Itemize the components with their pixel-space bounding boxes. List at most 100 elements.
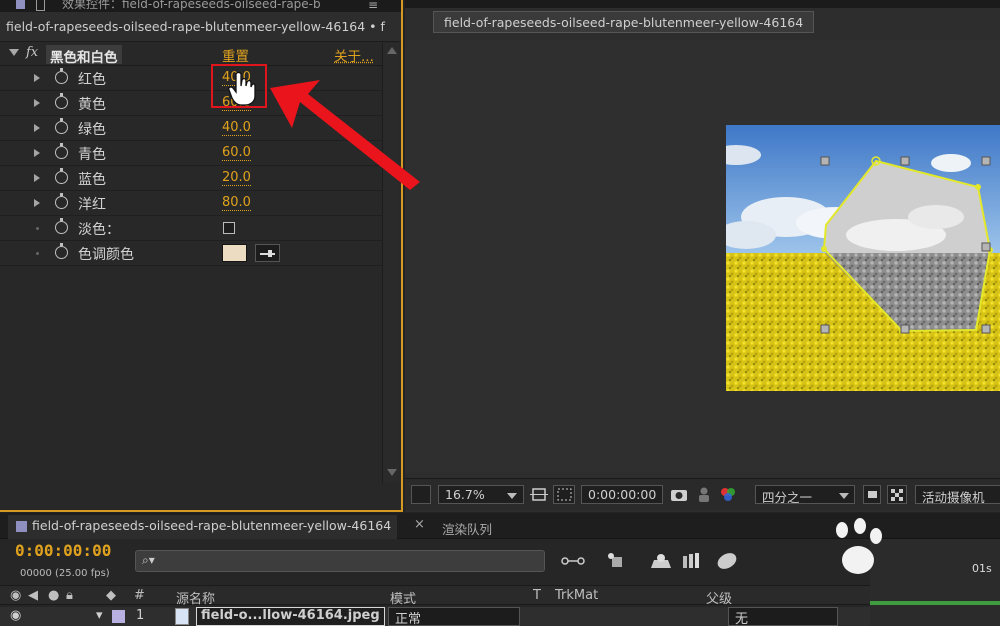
audio-icon[interactable]: ◀ — [28, 588, 38, 603]
property-label: 蓝色 — [78, 172, 106, 188]
draft-3d-icon[interactable] — [560, 550, 586, 572]
time-ruler-label: 01s — [972, 562, 992, 575]
stopwatch-icon[interactable] — [55, 193, 68, 209]
column-mode[interactable]: 模式 — [390, 588, 416, 607]
chevron-down-icon[interactable] — [839, 493, 849, 499]
paw-watermark-icon — [836, 518, 882, 574]
bullet-icon — [36, 252, 39, 255]
expand-triangle-icon[interactable] — [34, 74, 40, 82]
camera-value: 活动摄像机 — [922, 490, 985, 505]
solo-icon[interactable]: ● — [48, 588, 59, 603]
column-number: # — [134, 588, 145, 603]
resolution-value: 四分之一 — [762, 490, 813, 505]
graph-editor-icon[interactable] — [714, 550, 740, 572]
expand-triangle-icon[interactable] — [34, 174, 40, 182]
region-icon[interactable] — [411, 485, 431, 504]
about-button[interactable]: 关于... — [334, 45, 374, 65]
search-icon: ⌕▾ — [142, 553, 155, 567]
eyedropper-icon[interactable] — [255, 244, 280, 262]
scroll-down-icon[interactable] — [387, 469, 397, 476]
camera-snapshot-icon[interactable] — [669, 485, 689, 504]
close-icon[interactable]: × — [414, 517, 425, 532]
visibility-eye-icon[interactable]: ◉ — [10, 608, 21, 623]
transparency-grid-icon[interactable] — [553, 485, 575, 504]
viewer-tab-bar — [405, 0, 1000, 8]
property-label: 青色 — [78, 147, 106, 163]
stopwatch-icon[interactable] — [55, 143, 68, 159]
stopwatch-icon[interactable] — [55, 93, 68, 109]
property-label: 淡色： — [78, 222, 120, 238]
timeline-search-input[interactable]: ⌕▾ — [135, 550, 545, 572]
render-queue-tab[interactable]: 渲染队列 — [442, 519, 492, 538]
scroll-up-icon[interactable] — [387, 47, 397, 54]
stopwatch-icon[interactable] — [55, 68, 68, 84]
property-row-magenta[interactable]: 洋红 80.0 — [0, 191, 382, 216]
lock-icon[interactable] — [36, 0, 45, 11]
tint-checkbox[interactable] — [223, 222, 235, 234]
expand-triangle-icon[interactable] — [34, 149, 40, 157]
image-file-icon — [175, 608, 189, 625]
effect-controls-tab-title[interactable]: 效果控件：field-of-rapeseeds-oilseed-rape-b — [62, 0, 321, 12]
property-row-tint[interactable]: 淡色： — [0, 216, 382, 241]
column-source-name[interactable]: 源名称 — [176, 588, 215, 607]
composition-name-tab[interactable]: field-of-rapeseeds-oilseed-rape-blutenme… — [433, 11, 815, 33]
lock-column-icon[interactable]: 🔒︎ — [66, 588, 73, 603]
column-trkmat[interactable]: TrkMat — [555, 588, 598, 603]
effect-name[interactable]: 黑色和白色 — [46, 45, 122, 66]
bullet-icon — [36, 227, 39, 230]
expand-triangle-icon[interactable] — [34, 199, 40, 207]
menu-icon[interactable]: ≡ — [368, 0, 378, 12]
property-value-blue[interactable]: 20.0 — [222, 171, 251, 186]
show-snapshot-icon[interactable] — [695, 485, 713, 504]
stopwatch-icon[interactable] — [55, 243, 68, 259]
camera-dropdown[interactable]: 活动摄像机 — [915, 485, 1000, 505]
tint-color-swatch[interactable] — [222, 244, 247, 262]
current-time-field[interactable]: 0:00:00:00 — [581, 485, 663, 504]
property-label: 绿色 — [78, 122, 106, 138]
stopwatch-icon[interactable] — [55, 168, 68, 184]
stopwatch-icon[interactable] — [55, 218, 68, 234]
composition-canvas[interactable] — [405, 40, 1000, 472]
checkerboard-icon[interactable] — [887, 485, 907, 504]
fx-toggle-icon[interactable]: fx — [26, 45, 38, 60]
expand-layer-icon[interactable]: ▾ — [96, 608, 103, 623]
chevron-down-icon[interactable] — [507, 493, 517, 499]
parent-dropdown[interactable]: 无 — [728, 607, 838, 626]
stopwatch-icon[interactable] — [55, 118, 68, 134]
property-label: 红色 — [78, 72, 106, 88]
property-value-magenta[interactable]: 80.0 — [222, 196, 251, 211]
current-time-value: 0:00:00:00 — [588, 487, 657, 502]
hand-cursor-icon — [228, 72, 256, 106]
expand-triangle-icon[interactable] — [34, 124, 40, 132]
timeline-comp-tab[interactable]: field-of-rapeseeds-oilseed-rape-blutenme… — [8, 515, 398, 539]
property-value-green[interactable]: 40.0 — [222, 121, 251, 136]
blend-mode-dropdown[interactable]: 正常 — [388, 607, 520, 626]
column-parent[interactable]: 父级 — [706, 588, 732, 607]
fit-icon[interactable] — [529, 485, 549, 504]
eye-icon[interactable]: ◉ — [10, 588, 21, 603]
label-color-swatch[interactable] — [112, 610, 125, 623]
timeline-layer-row[interactable]: ◉ ▾ 1 field-o...llow-46164.jpeg 正常 无 — [0, 607, 870, 626]
effect-controls-tab-bar: 效果控件：field-of-rapeseeds-oilseed-rape-b ≡ — [0, 0, 401, 12]
channels-icon[interactable] — [717, 485, 739, 504]
collapse-triangle-icon[interactable] — [9, 49, 19, 56]
timeline-current-time[interactable]: 0:00:00:00 — [15, 541, 111, 560]
motion-blur-icon[interactable] — [680, 550, 706, 572]
effect-header-row[interactable]: fx 黑色和白色 重置 关于... — [0, 43, 382, 66]
timeline-fps: 00000 (25.00 fps) — [20, 568, 110, 579]
effect-controls-panel: 效果控件：field-of-rapeseeds-oilseed-rape-b ≡… — [0, 0, 403, 512]
shy-layers-icon[interactable] — [603, 550, 629, 572]
viewer-toolbar: 16.7% 0:00:00:00 四分之一 活动摄像机 — [405, 478, 1000, 510]
layer-name[interactable]: field-o...llow-46164.jpeg — [196, 607, 385, 626]
composition-frame[interactable] — [726, 125, 1000, 391]
label-tag-icon[interactable]: ◆ — [106, 588, 116, 603]
panel-square-icon — [16, 0, 25, 9]
property-value-cyan[interactable]: 60.0 — [222, 146, 251, 161]
reset-button[interactable]: 重置 — [222, 45, 249, 65]
red-arrow-annotation — [270, 80, 420, 190]
expand-triangle-icon[interactable] — [34, 99, 40, 107]
region-of-interest-icon[interactable] — [863, 485, 881, 504]
frame-blending-icon[interactable] — [648, 550, 674, 572]
property-row-tint-color[interactable]: 色调颜色 — [0, 241, 382, 266]
property-label: 色调颜色 — [78, 247, 134, 263]
